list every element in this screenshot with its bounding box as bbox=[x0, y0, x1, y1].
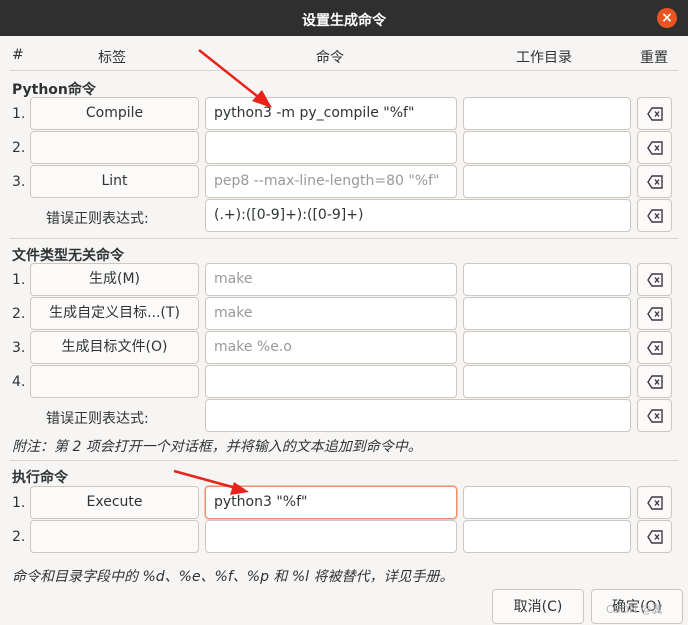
independent-reset-button-1[interactable] bbox=[637, 263, 672, 296]
row-number: 3. bbox=[12, 340, 26, 356]
clear-icon bbox=[647, 273, 663, 287]
python-workdir-input-3[interactable] bbox=[463, 165, 631, 198]
independent-label-button-4[interactable] bbox=[30, 365, 199, 398]
independent-regex-label: 错误正则表达式: bbox=[46, 411, 149, 427]
python-command-input-2[interactable] bbox=[205, 131, 457, 164]
independent-label-button-2[interactable]: 生成自定义目标...(T) bbox=[30, 297, 199, 330]
row-number: 4. bbox=[12, 374, 26, 390]
execute-reset-button-2[interactable] bbox=[637, 520, 672, 553]
python-reset-button-3[interactable] bbox=[637, 165, 672, 198]
clear-icon bbox=[647, 375, 663, 389]
independent-command-input-2[interactable]: make bbox=[205, 297, 457, 330]
independent-reset-button-2[interactable] bbox=[637, 297, 672, 330]
note-text: 附注：第 2 项会打开一个对话框，并将输入的文本追加到命令中。 bbox=[12, 439, 422, 455]
clear-icon bbox=[647, 496, 663, 510]
execute-label-button-1[interactable]: Execute bbox=[30, 486, 199, 519]
execute-reset-button-1[interactable] bbox=[637, 486, 672, 519]
independent-command-input-3[interactable]: make %e.o bbox=[205, 331, 457, 364]
python-regex-label: 错误正则表达式: bbox=[46, 211, 149, 227]
column-header-workdir: 工作目录 bbox=[516, 50, 572, 66]
python-regex-input[interactable]: (.+):([0-9]+):([0-9]+) bbox=[205, 199, 631, 232]
title-bar: 设置生成命令 × bbox=[0, 0, 688, 36]
row-number: 2. bbox=[12, 140, 26, 156]
clear-icon bbox=[647, 209, 663, 223]
column-header-command: 命令 bbox=[316, 50, 344, 66]
python-label-button-3[interactable]: Lint bbox=[30, 165, 199, 198]
independent-workdir-input-3[interactable] bbox=[463, 331, 631, 364]
python-workdir-input-1[interactable] bbox=[463, 97, 631, 130]
python-regex-reset-button[interactable] bbox=[637, 199, 672, 232]
execute-command-input-1[interactable]: python3 "%f" bbox=[205, 486, 457, 519]
close-icon[interactable]: × bbox=[657, 8, 677, 28]
row-number: 1. bbox=[12, 106, 26, 122]
python-reset-button-1[interactable] bbox=[637, 97, 672, 130]
clear-icon bbox=[647, 107, 663, 121]
independent-command-input-4[interactable] bbox=[205, 365, 457, 398]
independent-regex-input[interactable] bbox=[205, 399, 631, 432]
clear-icon bbox=[647, 530, 663, 544]
independent-workdir-input-4[interactable] bbox=[463, 365, 631, 398]
independent-label-button-1[interactable]: 生成(M) bbox=[30, 263, 199, 296]
execute-workdir-input-2[interactable] bbox=[463, 520, 631, 553]
section-python-heading: Python命令 bbox=[12, 82, 96, 98]
independent-reset-button-3[interactable] bbox=[637, 331, 672, 364]
independent-label-button-3[interactable]: 生成目标文件(O) bbox=[30, 331, 199, 364]
execute-workdir-input-1[interactable] bbox=[463, 486, 631, 519]
column-header-num: # bbox=[12, 47, 24, 63]
independent-workdir-input-2[interactable] bbox=[463, 297, 631, 330]
clear-icon bbox=[647, 141, 663, 155]
column-header-reset: 重置 bbox=[640, 50, 668, 66]
execute-label-button-2[interactable] bbox=[30, 520, 199, 553]
section-separator bbox=[10, 238, 678, 239]
annotation-arrow-1 bbox=[198, 49, 263, 101]
clear-icon bbox=[647, 409, 663, 423]
independent-regex-reset-button[interactable] bbox=[637, 399, 672, 432]
footer-note-text: 命令和目录字段中的 %d、%e、%f、%p 和 %l 将被替代，详见手册。 bbox=[12, 569, 454, 585]
section-separator bbox=[10, 460, 678, 461]
header-separator bbox=[10, 70, 678, 71]
execute-command-input-2[interactable] bbox=[205, 520, 457, 553]
column-header-label: 标签 bbox=[98, 50, 126, 66]
watermark: CSDN @翼 bbox=[606, 603, 663, 616]
clear-icon bbox=[647, 307, 663, 321]
independent-workdir-input-1[interactable] bbox=[463, 263, 631, 296]
python-command-input-3[interactable]: pep8 --max-line-length=80 "%f" bbox=[205, 165, 457, 198]
independent-reset-button-4[interactable] bbox=[637, 365, 672, 398]
row-number: 1. bbox=[12, 495, 26, 511]
clear-icon bbox=[647, 341, 663, 355]
window-title: 设置生成命令 bbox=[302, 13, 386, 29]
section-execute-heading: 执行命令 bbox=[12, 470, 68, 486]
section-independent-heading: 文件类型无关命令 bbox=[12, 248, 124, 264]
cancel-button[interactable]: 取消(C) bbox=[492, 589, 584, 624]
row-number: 1. bbox=[12, 272, 26, 288]
clear-icon bbox=[647, 175, 663, 189]
row-number: 2. bbox=[12, 306, 26, 322]
python-label-button-1[interactable]: Compile bbox=[30, 97, 199, 130]
python-command-input-1[interactable]: python3 -m py_compile "%f" bbox=[205, 97, 457, 130]
independent-command-input-1[interactable]: make bbox=[205, 263, 457, 296]
python-workdir-input-2[interactable] bbox=[463, 131, 631, 164]
python-label-button-2[interactable] bbox=[30, 131, 199, 164]
row-number: 3. bbox=[12, 174, 26, 190]
python-reset-button-2[interactable] bbox=[637, 131, 672, 164]
row-number: 2. bbox=[12, 529, 26, 545]
